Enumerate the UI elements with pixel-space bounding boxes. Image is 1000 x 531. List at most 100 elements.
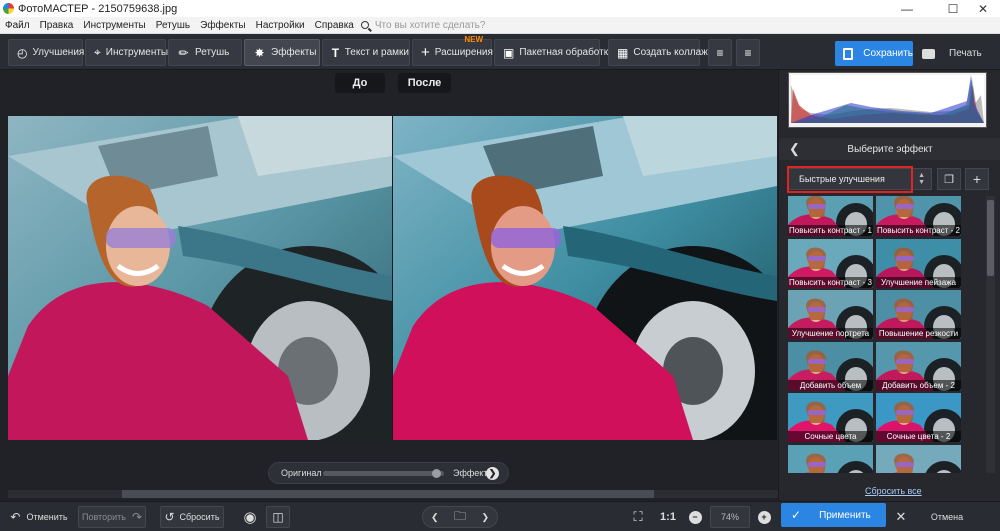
save-label: Сохранить bbox=[863, 48, 913, 59]
fit-screen-icon[interactable]: ⛶ bbox=[626, 506, 650, 528]
tab-enhance[interactable]: ◴ Улучшения bbox=[8, 39, 85, 66]
menu-edit[interactable]: Правка bbox=[35, 20, 79, 31]
save-button[interactable]: Сохранить bbox=[835, 41, 913, 66]
redo-button[interactable]: Повторить ↷ bbox=[78, 506, 146, 528]
new-badge: NEW bbox=[464, 35, 483, 44]
effect-thumbnail[interactable]: Повысить контраст - 1 bbox=[788, 196, 873, 236]
chevron-left-icon[interactable]: ❮ bbox=[431, 512, 439, 523]
minimize-button[interactable]: — bbox=[892, 0, 922, 17]
zoom-value[interactable]: 74% bbox=[710, 506, 750, 528]
menu-help[interactable]: Справка bbox=[310, 20, 359, 31]
maximize-button[interactable]: ☐ bbox=[938, 0, 968, 17]
print-button[interactable]: Печать bbox=[914, 41, 994, 66]
import-effect-button[interactable]: ❒ bbox=[937, 168, 961, 190]
sparkle-icon: ✸ bbox=[254, 45, 265, 60]
menu-retouch[interactable]: Ретушь bbox=[151, 20, 195, 31]
chevron-left-icon[interactable]: ❮ bbox=[789, 141, 800, 157]
menu-settings[interactable]: Настройки bbox=[251, 20, 310, 31]
histogram-graph bbox=[791, 75, 984, 123]
menu-tools[interactable]: Инструменты bbox=[78, 20, 150, 31]
tab-batch[interactable]: ▣ Пакетная обработка bbox=[494, 39, 614, 66]
tab-effects-label: Эффекты bbox=[271, 47, 317, 58]
tab-effects[interactable]: ✸ Эффекты bbox=[244, 39, 320, 66]
plus-icon: + bbox=[421, 44, 430, 61]
effects-panel: ❮ Выберите эффект Быстрые улучшения ▲ ▼ ❒… bbox=[778, 70, 1000, 501]
effect-thumbnail[interactable]: Улучшение пейзажа bbox=[876, 238, 961, 288]
photo-after[interactable] bbox=[393, 116, 777, 440]
effect-thumbnail[interactable]: Повысить контраст - 3 bbox=[788, 238, 873, 288]
slider-track[interactable] bbox=[323, 470, 444, 476]
text-icon: T bbox=[331, 45, 340, 60]
highlight-box bbox=[787, 166, 913, 193]
zoom-out-button[interactable]: − bbox=[686, 506, 704, 528]
undo-button[interactable]: ↶ Отменить bbox=[6, 506, 72, 528]
reset-button[interactable]: ↺ Сбросить bbox=[160, 506, 224, 528]
arrow-right-icon[interactable]: ❯ bbox=[486, 466, 499, 480]
histogram bbox=[788, 72, 987, 128]
cancel-button[interactable]: Отмена bbox=[922, 506, 972, 528]
history-button[interactable]: ≡ bbox=[736, 39, 760, 66]
tab-text-frames[interactable]: T Текст и рамки bbox=[322, 39, 410, 66]
effect-thumbnail[interactable]: Сочные цвета - 2 bbox=[876, 393, 961, 442]
reset-all-link[interactable]: Сбросить все bbox=[865, 486, 922, 496]
effects-scrollbar-thumb[interactable] bbox=[987, 200, 994, 276]
effect-thumbnail[interactable]: Повышение резкости bbox=[876, 290, 961, 339]
before-label: До bbox=[335, 73, 385, 93]
eye-icon[interactable]: ◉ bbox=[238, 506, 262, 528]
search-placeholder: Что вы хотите сделать? bbox=[374, 19, 486, 31]
save-icon bbox=[843, 47, 854, 60]
reset-label: Сбросить bbox=[179, 512, 220, 522]
apply-button[interactable]: ✓ Применить bbox=[781, 503, 886, 527]
effect-label: Добавить объем - 2 bbox=[876, 379, 961, 391]
folder-icon[interactable]: 🗀 bbox=[454, 507, 466, 528]
title-bar: ФотоМАСТЕР - 2150759638.jpg — ☐ ✕ bbox=[0, 0, 1000, 17]
tab-retouch[interactable]: ✏ Ретушь bbox=[168, 39, 242, 66]
effect-category-select[interactable]: Быстрые улучшения ▲ ▼ bbox=[787, 166, 932, 193]
menu-file[interactable]: Файл bbox=[0, 20, 35, 31]
effect-thumbnail[interactable]: Добавить объем bbox=[788, 341, 873, 391]
cancel-icon[interactable]: ✕ bbox=[892, 506, 910, 528]
effect-thumbnail[interactable]: Повысить контраст - 2 bbox=[876, 196, 961, 236]
tab-tools-label: Инструменты bbox=[105, 47, 169, 58]
effect-thumbnail[interactable]: Добавить объем - 2 bbox=[876, 341, 961, 391]
tab-tools[interactable]: ⌖ Инструменты bbox=[85, 39, 169, 66]
add-preset-button[interactable]: ≡ bbox=[708, 39, 732, 66]
effect-thumbnail[interactable]: Улучшение пейзажа ... bbox=[788, 444, 873, 473]
effect-strength-slider[interactable]: Оригинал Эффект ❯ bbox=[268, 462, 509, 484]
chevron-right-icon[interactable]: ❯ bbox=[481, 512, 489, 523]
effect-thumbnail[interactable]: Улучшение портрета bbox=[788, 290, 873, 339]
checkmark-icon: ✓ bbox=[791, 508, 802, 522]
photo-before[interactable] bbox=[8, 116, 392, 440]
tab-text-frames-label: Текст и рамки bbox=[344, 47, 409, 58]
minus-icon: − bbox=[688, 510, 702, 524]
zoom-one-to-one[interactable]: 1:1 bbox=[656, 506, 680, 528]
file-navigator: ❮ 🗀 ❯ bbox=[422, 506, 498, 528]
effect-thumbnail[interactable]: Легкое улучшение bbox=[876, 444, 961, 473]
effect-label: Повысить контраст - 3 bbox=[788, 276, 873, 288]
add-effect-button[interactable]: + bbox=[965, 168, 989, 190]
tab-retouch-label: Ретушь bbox=[195, 47, 230, 58]
app-logo-icon bbox=[3, 3, 14, 14]
updown-arrows-icon: ▲ ▼ bbox=[918, 172, 925, 186]
slider-knob[interactable] bbox=[431, 469, 441, 478]
compare-button[interactable]: ◫ bbox=[266, 506, 290, 528]
horizontal-scrollbar-thumb[interactable] bbox=[122, 490, 654, 498]
effect-label: Повысить контраст - 2 bbox=[876, 225, 961, 236]
zoom-in-button[interactable]: + bbox=[755, 506, 773, 528]
tab-collage[interactable]: ▦ Создать коллаж bbox=[608, 39, 708, 66]
menu-search[interactable]: Что вы хотите сделать? bbox=[360, 19, 486, 31]
photo-after-image bbox=[393, 116, 777, 440]
effect-label: Добавить объем bbox=[788, 379, 873, 391]
print-label: Печать bbox=[949, 48, 982, 59]
brush-icon: ✏ bbox=[178, 45, 189, 60]
slider-left-label: Оригинал bbox=[281, 468, 322, 478]
effect-thumbnail[interactable]: Сочные цвета bbox=[788, 393, 873, 442]
tab-enhance-label: Улучшения bbox=[32, 47, 85, 58]
horizontal-scrollbar[interactable] bbox=[8, 490, 778, 498]
effects-grid: Повысить контраст - 1 Повысить контраст -… bbox=[788, 196, 964, 473]
history-icon: ≡ bbox=[744, 45, 752, 60]
menu-effects[interactable]: Эффекты bbox=[195, 20, 250, 31]
effects-scrollbar[interactable] bbox=[986, 196, 995, 473]
close-window-button[interactable]: ✕ bbox=[968, 0, 998, 17]
tab-extensions[interactable]: + Расширения NEW bbox=[412, 35, 493, 66]
